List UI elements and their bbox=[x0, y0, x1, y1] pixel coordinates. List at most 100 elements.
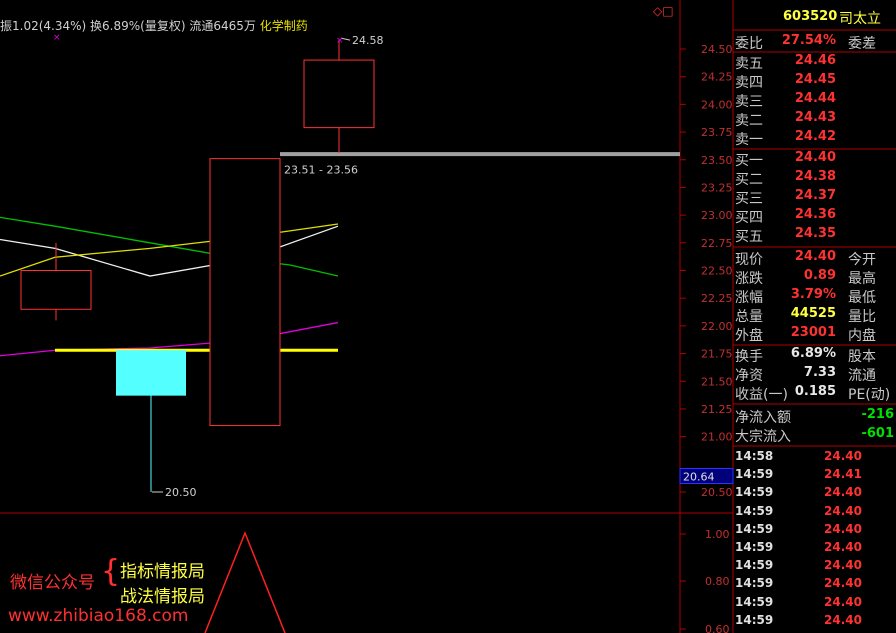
tick-price: 24.40 bbox=[824, 449, 862, 463]
y-tick-label: 23.25 bbox=[701, 181, 733, 194]
y-tick-label: 24.00 bbox=[701, 98, 733, 111]
flow-row-label: 大宗流入 bbox=[735, 429, 791, 445]
marker-icon: × bbox=[53, 33, 61, 43]
fund-row-label: 净资 bbox=[735, 368, 763, 384]
buy-row-value: 24.38 bbox=[794, 169, 836, 184]
sub-indicator-triangle bbox=[204, 530, 286, 633]
fund-row: 净资 7.33 流通 bbox=[733, 365, 896, 384]
stat-row: 涨跌 0.89 最高 bbox=[733, 268, 896, 287]
y-tick-label: 22.75 bbox=[701, 237, 733, 250]
y-tick-label: 21.25 bbox=[701, 403, 733, 416]
watermark-brace: { bbox=[101, 554, 121, 589]
tick-time: 14:59 bbox=[735, 594, 774, 609]
sell-row-value: 24.43 bbox=[794, 110, 836, 125]
candle-body bbox=[116, 350, 186, 396]
tick-time: 14:59 bbox=[735, 576, 774, 591]
flow-row-value: -601 bbox=[861, 426, 894, 441]
tick-row: 14:59 24.41 bbox=[733, 467, 896, 485]
fund-row: 换手 6.89% 股本 bbox=[733, 346, 896, 365]
stat-row-value: 24.40 bbox=[794, 249, 836, 264]
window-control-icons[interactable]: ◇□ bbox=[653, 4, 674, 18]
tick-price: 24.40 bbox=[824, 485, 862, 500]
stat-row-value: 44525 bbox=[790, 306, 836, 321]
sell-row: 卖一 24.42 bbox=[733, 129, 896, 148]
tick-row: 14:59 24.40 bbox=[733, 522, 896, 540]
tick-time: 14:59 bbox=[735, 485, 774, 500]
tick-time: 14:58 bbox=[735, 449, 774, 463]
sell-row: 卖二 24.43 bbox=[733, 110, 896, 129]
buy-row-label: 买三 bbox=[735, 191, 763, 207]
ma-line bbox=[0, 223, 339, 277]
quote-panel: 603520 司太立 委比 27.54% 委差 卖五 24.46 卖四 24.45 卖三… bbox=[733, 0, 896, 633]
stat-row-label: 涨幅 bbox=[735, 290, 763, 306]
marker-icon: × bbox=[336, 36, 344, 46]
watermark-line1: 指标情报局 bbox=[120, 562, 205, 582]
tick-time: 14:59 bbox=[735, 612, 774, 627]
fund-row-label2: PE(动) bbox=[848, 387, 891, 403]
y-tick-label: 24.50 bbox=[701, 43, 733, 56]
sell-row-label: 卖二 bbox=[735, 113, 763, 129]
fund-row-value: 6.89% bbox=[790, 346, 836, 361]
sell-row-label: 卖三 bbox=[735, 94, 763, 110]
fund-row-value: 7.33 bbox=[803, 365, 836, 380]
sub-tick-label: 1.00 bbox=[705, 528, 730, 541]
stat-row-label: 现价 bbox=[735, 252, 763, 268]
price-marker-label: 20.64 bbox=[683, 470, 715, 483]
stat-row-value: 23001 bbox=[790, 325, 836, 340]
tick-price: 24.40 bbox=[824, 540, 862, 554]
sub-tick-label: 0.60 bbox=[705, 623, 730, 633]
fund-row-label2: 流通 bbox=[848, 368, 876, 384]
turnover-text: 换6.89%(量复权) bbox=[90, 19, 186, 33]
stat-row-label2: 量比 bbox=[848, 309, 876, 325]
fund-row-value: 0.185 bbox=[794, 384, 836, 399]
stat-row-label2: 今开 bbox=[848, 252, 876, 268]
stat-row-value: 3.79% bbox=[790, 287, 836, 302]
y-tick-label: 23.75 bbox=[701, 126, 733, 139]
stat-row-label: 总量 bbox=[735, 309, 763, 325]
ma-line bbox=[0, 225, 339, 277]
buy-row: 买五 24.35 bbox=[733, 226, 896, 245]
tick-price: 24.41 bbox=[824, 467, 862, 482]
buy-row-value: 24.36 bbox=[794, 207, 836, 222]
tick-price: 24.40 bbox=[824, 594, 862, 609]
tick-row: 14:59 24.40 bbox=[733, 576, 896, 594]
fund-row: 收益(一) 0.185 PE(动) bbox=[733, 384, 896, 403]
high-label: 24.58 bbox=[352, 34, 384, 47]
buy-row-value: 24.37 bbox=[794, 188, 836, 203]
weicha-label: 委差 bbox=[848, 36, 876, 52]
stat-row-label: 外盘 bbox=[735, 328, 763, 344]
candle-body bbox=[209, 158, 281, 427]
tick-row: 14:58 24.40 bbox=[733, 449, 896, 467]
watermark-url: www.zhibiao168.com bbox=[8, 606, 189, 626]
tick-time: 14:59 bbox=[735, 540, 774, 554]
weibi-value: 27.54% bbox=[781, 33, 836, 48]
buy-row-value: 24.35 bbox=[794, 226, 836, 241]
buy-row: 买三 24.37 bbox=[733, 188, 896, 207]
buy-row: 买一 24.40 bbox=[733, 150, 896, 169]
y-tick-label: 24.25 bbox=[701, 71, 733, 84]
y-tick-label: 23.50 bbox=[701, 154, 733, 167]
stat-row: 涨幅 3.79% 最低 bbox=[733, 287, 896, 306]
buy-row-label: 买五 bbox=[735, 229, 763, 245]
tick-time: 14:59 bbox=[735, 521, 774, 536]
y-tick-label: 21.50 bbox=[701, 375, 733, 388]
y-tick-label: 22.50 bbox=[701, 265, 733, 278]
buy-row-label: 买四 bbox=[735, 210, 763, 226]
stat-row-label2: 最低 bbox=[848, 290, 876, 306]
watermark-line2: 战法情报局 bbox=[120, 587, 205, 607]
sell-row-value: 24.46 bbox=[794, 53, 836, 68]
tick-price: 24.40 bbox=[824, 521, 862, 536]
y-tick-label: 23.00 bbox=[701, 209, 733, 222]
stock-code: 603520 bbox=[783, 9, 838, 24]
y-tick-label: 22.00 bbox=[701, 320, 733, 333]
tick-row: 14:59 24.40 bbox=[733, 613, 896, 631]
sell-row-label: 卖五 bbox=[735, 56, 763, 72]
tick-time: 14:59 bbox=[735, 467, 774, 482]
stat-row: 外盘 23001 内盘 bbox=[733, 325, 896, 344]
low-label: 20.50 bbox=[165, 486, 197, 499]
candle-body bbox=[303, 59, 375, 129]
tick-row: 14:59 24.40 bbox=[733, 504, 896, 522]
tick-price: 24.40 bbox=[824, 576, 862, 591]
tick-row: 14:59 24.40 bbox=[733, 540, 896, 558]
flow-row-label: 净流入额 bbox=[735, 410, 791, 426]
